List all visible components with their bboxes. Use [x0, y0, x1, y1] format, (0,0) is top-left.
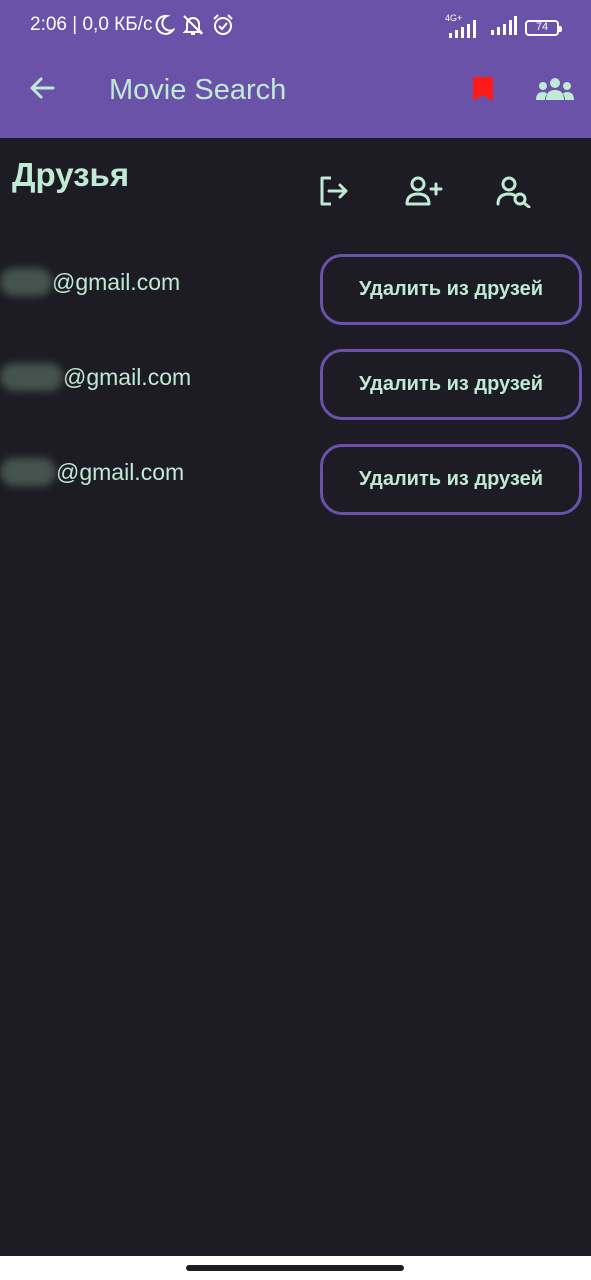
friend-row: @gmail.com Удалить из друзей [0, 444, 591, 516]
remove-friend-button[interactable]: Удалить из друзей [320, 254, 582, 325]
remove-friend-button[interactable]: Удалить из друзей [320, 444, 582, 515]
app-bar: Movie Search [0, 52, 591, 138]
battery-icon: 74 [525, 19, 562, 36]
signal-4g-icon: 4G+ [445, 13, 481, 39]
friend-email: @gmail.com [0, 363, 191, 391]
status-icons-left [153, 13, 235, 42]
status-icons-right: 4G+ 74 [445, 13, 562, 41]
blurred-username [0, 458, 56, 486]
back-button[interactable] [24, 72, 60, 108]
friend-email: @gmail.com [0, 268, 180, 296]
bookmark-icon [471, 75, 495, 108]
logout-button[interactable] [314, 173, 354, 213]
blurred-username [0, 268, 52, 296]
top-bar: 2:06 | 0,0 КБ/с 4G+ 74 Movie Search [0, 0, 591, 138]
status-bar: 2:06 | 0,0 КБ/с 4G+ 74 [0, 0, 591, 52]
app-title: Movie Search [109, 74, 287, 106]
friends-button[interactable] [535, 74, 575, 108]
moon-icon [153, 13, 176, 42]
friend-email-domain: @gmail.com [56, 458, 185, 485]
system-nav-bar [0, 1256, 591, 1280]
home-gesture-handle[interactable] [186, 1265, 404, 1271]
person-add-icon [405, 174, 443, 213]
friend-email-domain: @gmail.com [63, 363, 192, 390]
friends-title: Друзья [12, 156, 130, 193]
friend-email-domain: @gmail.com [52, 268, 181, 295]
blurred-username [0, 363, 63, 391]
battery-level: 74 [535, 21, 549, 33]
arrow-left-icon [27, 73, 57, 108]
bookmark-button[interactable] [468, 74, 498, 108]
bell-off-icon [181, 13, 205, 42]
add-friend-button[interactable] [404, 173, 444, 213]
friend-row: @gmail.com Удалить из друзей [0, 349, 591, 421]
friend-row: @gmail.com Удалить из друзей [0, 254, 591, 326]
person-search-icon [495, 174, 533, 213]
group-icon [536, 76, 574, 107]
remove-friend-button[interactable]: Удалить из друзей [320, 349, 582, 420]
alarm-icon [211, 13, 235, 42]
status-time: 2:06 | 0,0 КБ/с [30, 14, 153, 35]
signal-icon [489, 14, 517, 41]
search-friend-button[interactable] [494, 173, 534, 213]
logout-icon [317, 174, 351, 213]
friend-email: @gmail.com [0, 458, 184, 486]
